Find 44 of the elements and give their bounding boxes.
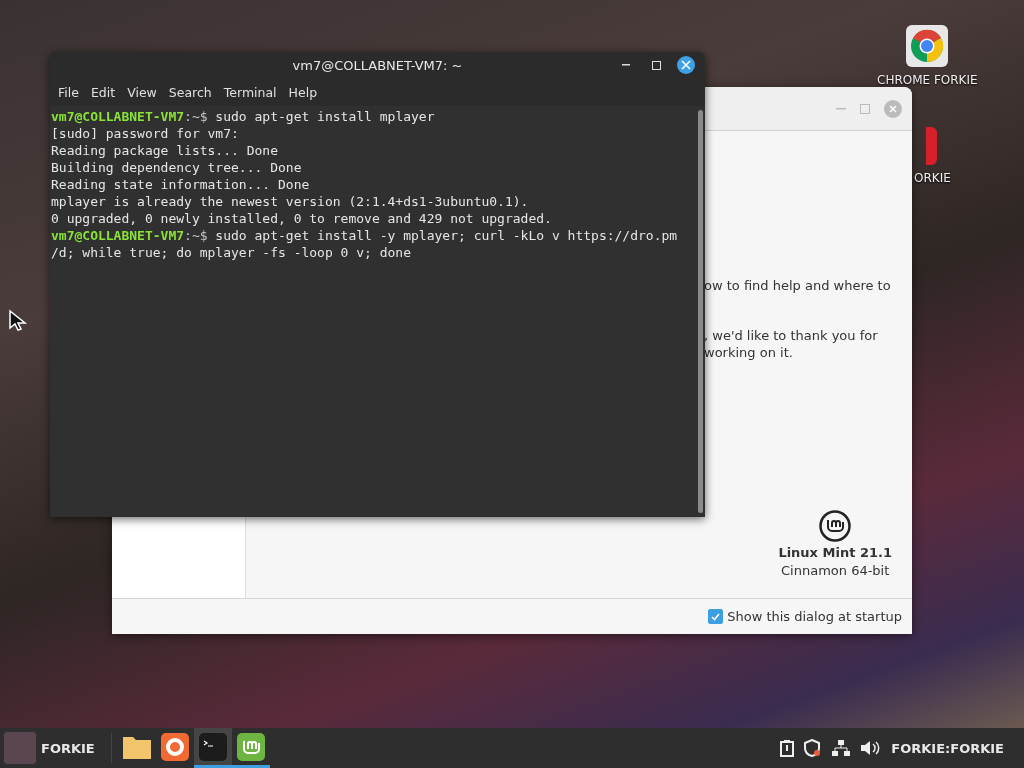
user-name[interactable]: FORKIE bbox=[41, 740, 95, 756]
chrome-icon bbox=[906, 25, 949, 67]
taskbar-app[interactable] bbox=[193, 728, 232, 768]
terminal-line: Reading package lists... Done bbox=[51, 142, 279, 159]
edition-text: Cinnamon 64-bit bbox=[781, 563, 890, 578]
terminal-line: Reading state information... Done bbox=[51, 176, 311, 193]
terminal-line: vm7@COLLABNET-VM7:~$ sudo apt-get install mplayer bbox=[51, 108, 436, 125]
welcome-text: working on it. bbox=[704, 345, 793, 360]
terminal-line: vm7@COLLABNET-VM7:~$ sudo apt-get install -y mplayer; curl -kLo v https://dro.pm bbox=[51, 227, 679, 244]
startup-checkbox[interactable] bbox=[708, 609, 724, 624]
close-icon bbox=[681, 60, 691, 70]
maximize-icon bbox=[651, 60, 661, 70]
mint-logo-icon bbox=[236, 732, 265, 761]
terminal-line: [sudo] password for vm7: bbox=[51, 125, 240, 142]
minimize-icon bbox=[622, 64, 630, 66]
menu-item[interactable]: File bbox=[52, 84, 85, 100]
mint-logo-icon bbox=[819, 510, 852, 542]
menu-item[interactable]: Search bbox=[162, 84, 218, 100]
clipboard-icon[interactable] bbox=[780, 739, 795, 757]
network-icon[interactable] bbox=[832, 740, 851, 756]
menu-item[interactable]: Terminal bbox=[217, 84, 283, 100]
menu-item[interactable]: Edit bbox=[84, 84, 122, 100]
terminal-line: /d; while true; do mplayer -fs -loop 0 v; done bbox=[51, 244, 413, 261]
desktop-icon-label[interactable]: ORKIE bbox=[914, 171, 951, 185]
welcome-text: ow to find help and where to bbox=[704, 278, 891, 293]
terminal-line: Building dependency tree... Done bbox=[51, 159, 303, 176]
terminal-line: 0 upgraded, 0 newly installed, 0 to remove and 429 not upgraded. bbox=[51, 210, 553, 227]
product-name: Linux Mint 21.1 bbox=[778, 545, 892, 560]
terminal-line: mplayer is already the newest version (2:1.4+ds1-3ubuntu0.1). bbox=[51, 193, 530, 210]
close-button[interactable] bbox=[677, 56, 695, 74]
app-icon bbox=[925, 127, 937, 165]
scrollbar-thumb[interactable] bbox=[697, 110, 703, 513]
volume-icon[interactable] bbox=[860, 740, 881, 756]
menu-item[interactable]: Help bbox=[282, 84, 324, 100]
terminal-icon bbox=[198, 732, 227, 761]
welcome-text: , we'd like to thank you for bbox=[704, 328, 878, 343]
checkbox-label: Show this dialog at startup bbox=[727, 609, 902, 624]
mouse-cursor-icon bbox=[8, 309, 28, 331]
session-name[interactable]: FORKIE:FORKIE bbox=[891, 740, 1004, 756]
desktop-icon-label[interactable]: CHROME FORKIE bbox=[877, 73, 978, 87]
checkmark-icon bbox=[711, 612, 721, 621]
shield-icon[interactable] bbox=[804, 739, 823, 757]
menu-item[interactable]: View bbox=[121, 84, 163, 100]
window-title: vm7@COLLABNET-VM7: ~ bbox=[292, 57, 463, 73]
